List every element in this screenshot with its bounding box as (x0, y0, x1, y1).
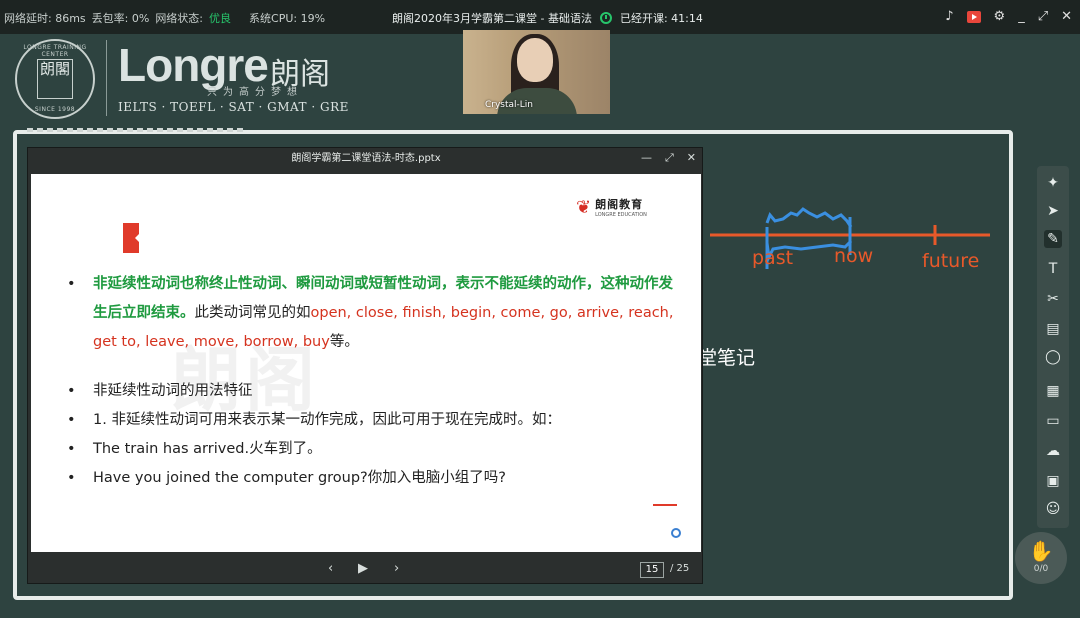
webcam-face (517, 38, 553, 82)
slide-logo-cn: 朗阁教育 (595, 198, 644, 211)
brand-divider (106, 40, 107, 116)
bullet-item-1: 非延续性动词也称终止性动词、瞬间动词或短暂性动词，表示不能延续的动作，这种动作发… (67, 270, 687, 357)
shape-tool-icon[interactable]: ◯ (1044, 348, 1062, 366)
ppt-window[interactable]: 朗阁学霸第二课堂语法-时态.pptx — ⤢ ✕ 朗阁 ❦ 朗阁教育 LONGR… (27, 147, 703, 584)
clock-icon (599, 12, 612, 24)
class-title: 朗阁2020年3月学霸第二课堂 - 基础语法 (392, 12, 592, 25)
select-cursor-icon[interactable]: ➤ (1044, 202, 1062, 220)
class-title-area: 朗阁2020年3月学霸第二课堂 - 基础语法 已经开课: 41:14 (392, 10, 703, 26)
minimize-icon[interactable]: _ (1018, 9, 1025, 24)
chalk-marks (27, 128, 247, 132)
play-icon[interactable]: ▶ (358, 561, 368, 576)
slide-target-icon (671, 528, 681, 538)
timeline-label-past: past (752, 247, 794, 269)
window-controls: ♪ ⚙ _ ⤢ ✕ (945, 9, 1072, 24)
ppt-window-title: 朗阁学霸第二课堂语法-时态.pptx (291, 153, 441, 164)
slide-logo-en: LONGRE EDUCATION (595, 212, 647, 218)
ppt-minimize-icon[interactable]: — (641, 151, 652, 165)
scissors-icon[interactable]: ✂ (1044, 290, 1062, 308)
slide-logo: ❦ 朗阁教育 LONGRE EDUCATION (576, 196, 647, 219)
board-notes-text: 堂笔记 (698, 347, 756, 369)
slide-red-marker (123, 223, 140, 253)
text-tool-icon[interactable]: T (1044, 260, 1062, 278)
bullet-1-intro: 此类动词常见的如 (194, 305, 311, 321)
cpu-text: 系统CPU: 19% (249, 12, 326, 25)
brand-tests: IELTS · TOEFL · SAT · GMAT · GRE (118, 100, 349, 114)
seal-ring-top: LONGRE TRAINING CENTER (23, 44, 87, 58)
seal-characters: 朗閣 (37, 59, 73, 99)
chat-icon[interactable]: ▭ (1044, 412, 1062, 430)
network-state-value: 优良 (209, 12, 232, 25)
teacher-webcam[interactable]: Crystal-Lin (463, 30, 610, 114)
bell-icon[interactable]: ♪ (945, 9, 953, 24)
hand-icon: ✋ (1028, 539, 1054, 563)
slide-red-dash (653, 504, 677, 506)
current-page-input[interactable]: 15 (640, 562, 664, 578)
timeline-label-future: future (922, 250, 980, 272)
connection-stats: 网络延时: 86ms 丢包率: 0% 网络状态: 优良 系统CPU: 19% (4, 10, 325, 26)
brand-slogan: 只为高分梦想 (207, 87, 303, 98)
ppt-window-controls: — ⤢ ✕ (641, 151, 696, 165)
slide-canvas: 朗阁 ❦ 朗阁教育 LONGRE EDUCATION 非延续性动词也称终止性动词… (31, 174, 701, 552)
timeline-label-now: now (834, 245, 874, 267)
seal-ring-bottom: SINCE 1998 (34, 106, 76, 113)
slide-bullets: 非延续性动词也称终止性动词、瞬间动词或短暂性动词，表示不能延续的动作，这种动作发… (67, 270, 687, 493)
longre-logo-icon: ❦ (576, 196, 592, 218)
raise-hand-button[interactable]: ✋ 0/0 (1015, 532, 1067, 584)
webcam-name: Crystal-Lin (485, 100, 534, 110)
bullet-item-3: 1. 非延续性动词可用来表示某一动作完成，因此可用于现在完成时。如： (67, 406, 687, 435)
longre-seal-logo: LONGRE TRAINING CENTER 朗閣 SINCE 1998 (15, 39, 95, 119)
total-pages: / 25 (670, 563, 690, 574)
next-slide-button[interactable]: › (394, 561, 399, 576)
slide-navigation: ‹ ▶ › 15 / 25 (28, 558, 704, 582)
ppt-expand-icon[interactable]: ⤢ (665, 151, 674, 165)
network-state-label: 网络状态: (155, 12, 204, 25)
elapsed-time: 已经开课: 41:14 (619, 12, 703, 25)
chart-tool-icon[interactable]: ▦ (1044, 382, 1062, 400)
bullet-1-end: 等。 (329, 334, 359, 350)
close-icon[interactable]: ✕ (1061, 9, 1072, 24)
prev-slide-button[interactable]: ‹ (328, 561, 333, 576)
bullet-item-4: The train has arrived.火车到了。 (67, 435, 687, 464)
status-bar: 网络延时: 86ms 丢包率: 0% 网络状态: 优良 系统CPU: 19% 朗… (0, 0, 1080, 34)
bullet-item-5: Have you joined the computer group?你加入电脑… (67, 464, 687, 493)
cloud-icon[interactable]: ☁ (1044, 442, 1062, 460)
latency-text: 网络延时: 86ms (4, 12, 86, 25)
users-icon[interactable]: ☺ (1044, 500, 1062, 518)
bullet-item-2: 非延续性动词的用法特征 (67, 377, 687, 406)
trash-icon[interactable]: ▤ (1044, 320, 1062, 338)
ppt-close-icon[interactable]: ✕ (687, 151, 696, 165)
maximize-icon[interactable]: ⤢ (1038, 9, 1048, 24)
packet-loss-text: 丢包率: 0% (91, 12, 150, 25)
blue-scribble-upper (765, 207, 853, 228)
laser-pointer-icon[interactable]: ✦ (1044, 174, 1062, 192)
toolbox-icon[interactable]: ▣ (1044, 472, 1062, 490)
record-icon[interactable] (966, 10, 981, 23)
gear-icon[interactable]: ⚙ (994, 9, 1006, 24)
pen-icon[interactable]: ✎ (1044, 230, 1062, 248)
drawing-toolbar: ✦ ➤ ✎ T ✂ ▤ ◯ ▦ ▭ ☁ ▣ ☺ (1037, 166, 1069, 528)
raise-hand-count: 0/0 (1033, 564, 1049, 574)
